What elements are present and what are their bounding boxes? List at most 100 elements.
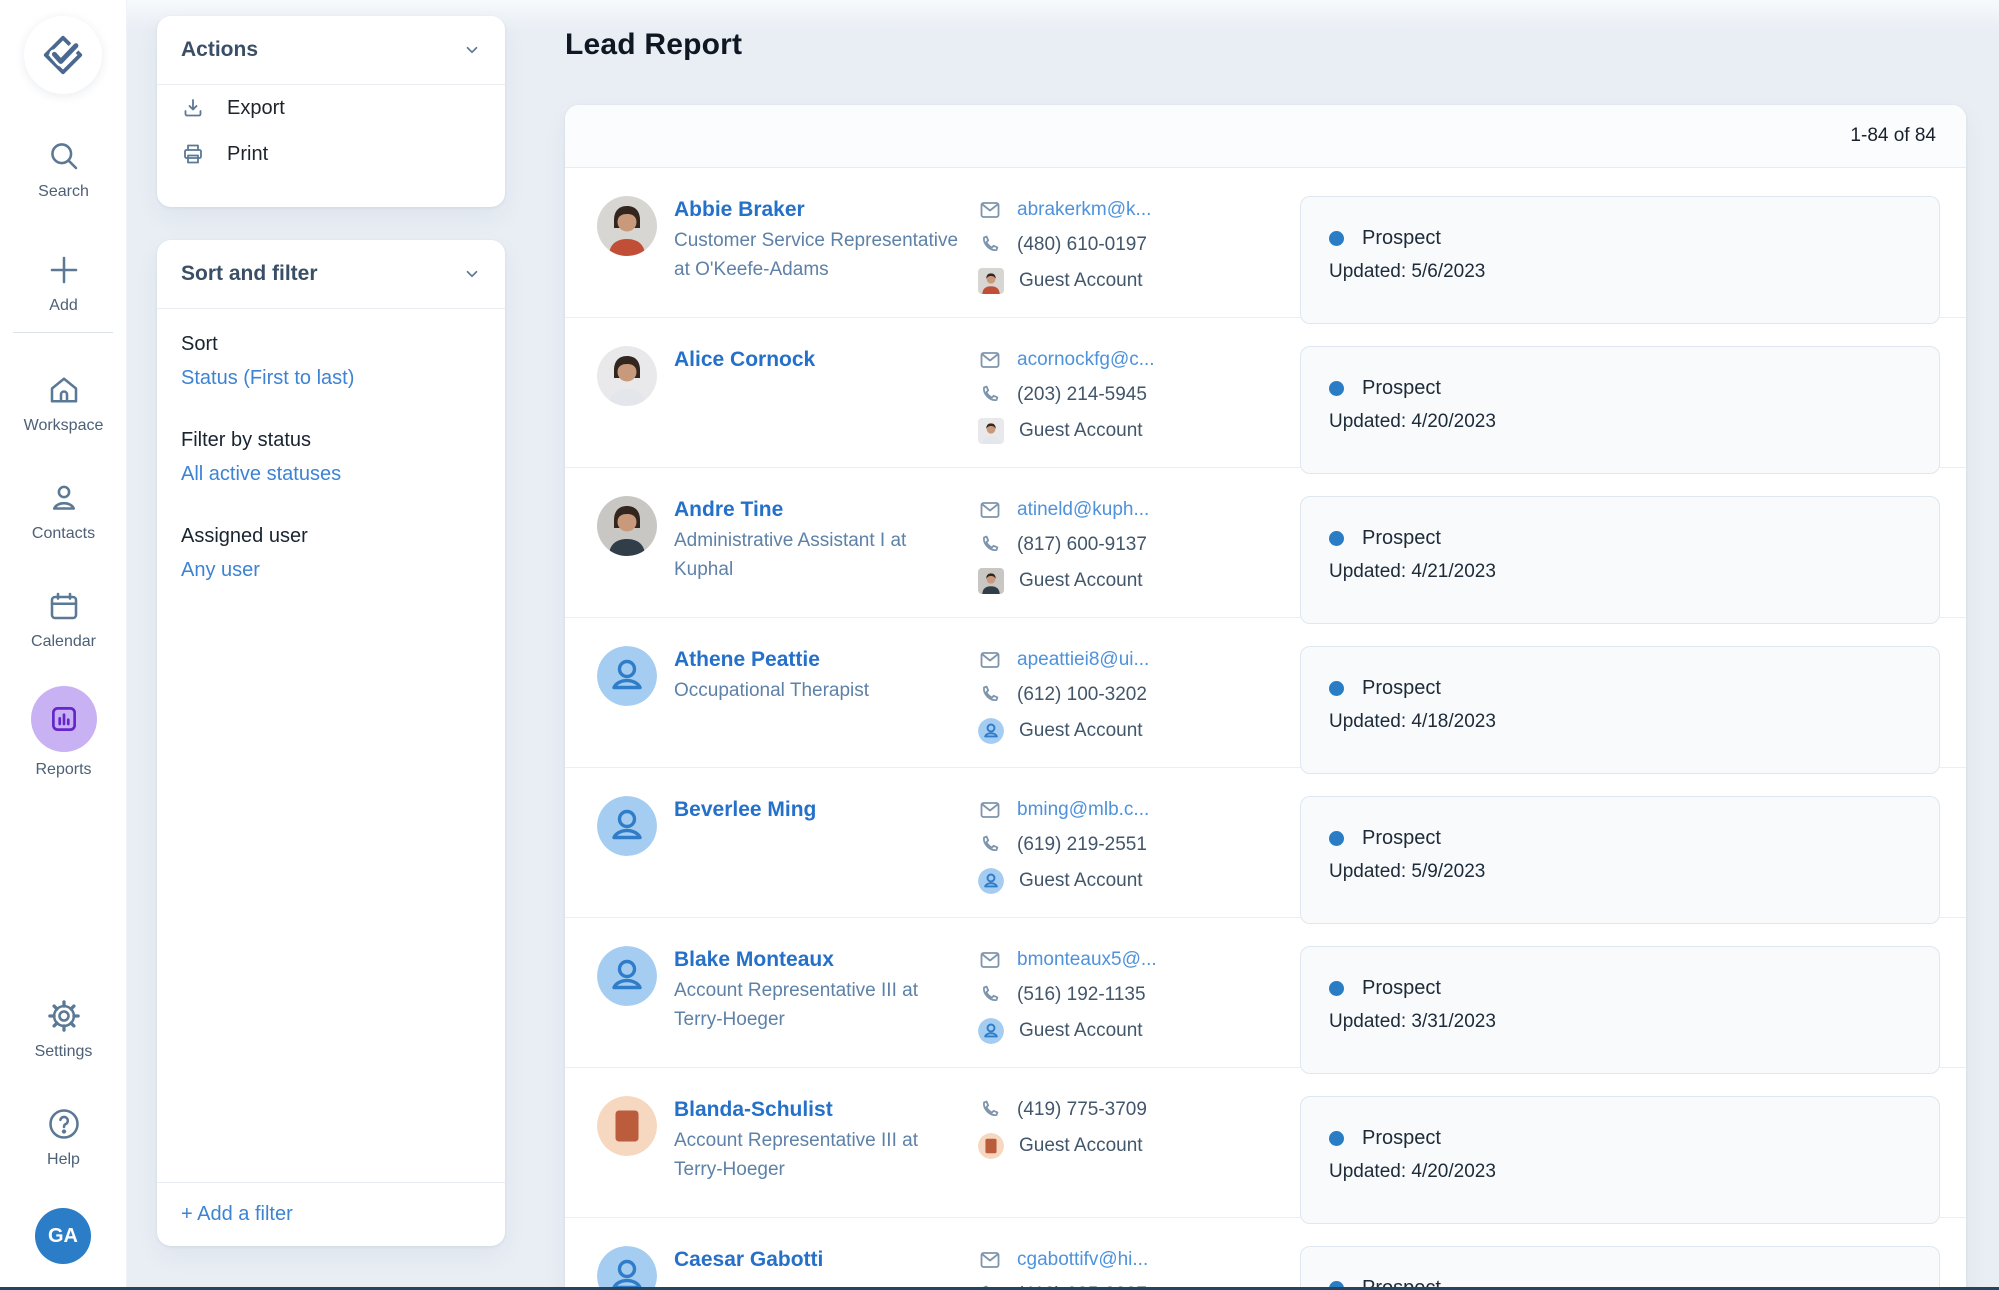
envelope-icon [978, 1248, 1002, 1272]
photo-avatar [597, 346, 657, 406]
lead-row: Andre Tine Administrative Assistant I at… [565, 468, 1966, 618]
sidebar-item-reports[interactable]: Reports [0, 686, 127, 779]
print-button[interactable]: Print [157, 131, 505, 177]
envelope-icon [978, 348, 1002, 372]
sort-value-link[interactable]: Status (First to last) [181, 363, 481, 393]
status-card: Prospect Updated: 4/18/2023 [1300, 646, 1940, 774]
lead-avatar [597, 796, 657, 856]
lead-phone: (619) 219-2551 [1017, 834, 1147, 856]
sidebar-item-label: Help [47, 1151, 80, 1169]
lead-row: Athene Peattie Occupational Therapist ap… [565, 618, 1966, 768]
app-logo[interactable] [24, 16, 102, 94]
lead-email-link[interactable]: apeattiei8@ui... [1017, 649, 1149, 671]
status-label: Prospect [1362, 822, 1441, 855]
lead-email-link[interactable]: atineld@kuph... [1017, 499, 1149, 521]
email-line: abrakerkm@k... [978, 198, 1278, 222]
plus-icon [46, 252, 82, 288]
phone-line: (203) 214-5945 [978, 383, 1278, 407]
guest-account-avatar [978, 868, 1004, 894]
lead-name-link[interactable]: Athene Peattie [674, 646, 960, 674]
lead-name-link[interactable]: Alice Cornock [674, 346, 960, 374]
sidebar-item-label: Add [49, 297, 77, 315]
status-card: Prospect Updated: 5/9/2023 [1300, 796, 1940, 924]
guest-account-line: Guest Account [978, 1133, 1278, 1159]
actions-panel-header[interactable]: Actions [157, 16, 505, 85]
lead-row: Abbie Braker Customer Service Representa… [565, 168, 1966, 318]
user-avatar[interactable]: GA [35, 1208, 91, 1264]
lead-name-link[interactable]: Blake Monteaux [674, 946, 960, 974]
assigned-user-label: Assigned user [181, 521, 481, 551]
envelope-icon [978, 648, 1002, 672]
status-updated: Updated: 5/9/2023 [1329, 855, 1911, 888]
actions-panel-title: Actions [181, 38, 258, 62]
filter-status-link[interactable]: All active statuses [181, 459, 481, 489]
person-avatar-mini-icon [978, 718, 1004, 744]
guest-account-label: Guest Account [1019, 570, 1143, 592]
person-avatar-mini-icon [978, 1018, 1004, 1044]
guest-account-avatar [978, 1018, 1004, 1044]
lead-email-link[interactable]: cgabottifv@hi... [1017, 1249, 1148, 1271]
guest-account-label: Guest Account [1019, 270, 1143, 292]
lead-email-link[interactable]: bming@mlb.c... [1017, 799, 1149, 821]
export-button[interactable]: Export [157, 85, 505, 131]
lead-name-link[interactable]: Abbie Braker [674, 196, 960, 224]
person-avatar-icon [597, 796, 657, 856]
guest-account-line: Guest Account [978, 868, 1278, 894]
status-updated: Updated: 4/21/2023 [1329, 555, 1911, 588]
sidebar-item-settings[interactable]: Settings [0, 998, 127, 1061]
lead-name-link[interactable]: Beverlee Ming [674, 796, 960, 824]
status-label: Prospect [1362, 522, 1441, 555]
lead-email-link[interactable]: abrakerkm@k... [1017, 199, 1151, 221]
lead-job-title: Account Representative III at Terry-Hoeg… [674, 976, 960, 1034]
sidebar-item-help[interactable]: Help [0, 1106, 127, 1169]
lead-email-link[interactable]: bmonteaux5@... [1017, 949, 1157, 971]
phone-icon [978, 233, 1002, 257]
sidebar-item-workspace[interactable]: Workspace [0, 372, 127, 435]
sort-filter-header[interactable]: Sort and filter [157, 240, 505, 309]
lead-rows: Abbie Braker Customer Service Representa… [565, 168, 1966, 1290]
lead-job-title: Administrative Assistant I at Kuphal [674, 526, 960, 584]
sidebar-item-contacts[interactable]: Contacts [0, 480, 127, 543]
phone-icon [978, 833, 1002, 857]
phone-line: (612) 100-3202 [978, 683, 1278, 707]
guest-account-avatar [978, 418, 1004, 444]
phone-line: (480) 610-0197 [978, 233, 1278, 257]
help-icon [46, 1106, 82, 1142]
phone-icon [978, 383, 1002, 407]
add-filter-link[interactable]: + Add a filter [181, 1203, 293, 1225]
lead-phone: (516) 192-1135 [1017, 984, 1146, 1006]
phone-icon [978, 983, 1002, 1007]
email-line: bmonteaux5@... [978, 948, 1278, 972]
status-updated: Updated: 5/6/2023 [1329, 255, 1911, 288]
lead-avatar [597, 1096, 657, 1156]
lead-name-link[interactable]: Caesar Gabotti [674, 1246, 960, 1274]
guest-account-label: Guest Account [1019, 1135, 1143, 1157]
assigned-user-link[interactable]: Any user [181, 555, 481, 585]
sidebar-item-label: Contacts [32, 525, 95, 543]
status-card: Prospect Updated: 4/20/2023 [1300, 346, 1940, 474]
lead-row: Beverlee Ming bming@mlb.c... (619) 219-2… [565, 768, 1966, 918]
person-avatar-mini-icon [978, 868, 1004, 894]
person-icon [46, 480, 82, 516]
sidebar-item-calendar[interactable]: Calendar [0, 588, 127, 651]
sidebar-item-add[interactable]: Add [0, 252, 127, 315]
lead-avatar [597, 346, 657, 406]
lead-name-link[interactable]: Blanda-Schulist [674, 1096, 960, 1124]
logo-check-icon [40, 32, 86, 78]
lead-email-link[interactable]: acornockfg@c... [1017, 349, 1155, 371]
lead-job-title: Account Representative III at Terry-Hoeg… [674, 1126, 960, 1184]
email-line: acornockfg@c... [978, 348, 1278, 372]
phone-line: (619) 219-2551 [978, 833, 1278, 857]
lead-name-link[interactable]: Andre Tine [674, 496, 960, 524]
assigned-user-group: Assigned user Any user [181, 521, 481, 585]
icon-rail: Search Add Workspace Contacts Calendar R [0, 0, 127, 1290]
sidebar-item-search[interactable]: Search [0, 138, 127, 201]
page-title: Lead Report [565, 28, 742, 62]
status-label: Prospect [1362, 672, 1441, 705]
guest-account-line: Guest Account [978, 718, 1278, 744]
envelope-icon [978, 498, 1002, 522]
lead-avatar [597, 196, 657, 256]
status-card: Prospect Updated: 3/31/2023 [1300, 946, 1940, 1074]
phone-line: (516) 192-1135 [978, 983, 1278, 1007]
photo-avatar-mini [978, 568, 1004, 594]
